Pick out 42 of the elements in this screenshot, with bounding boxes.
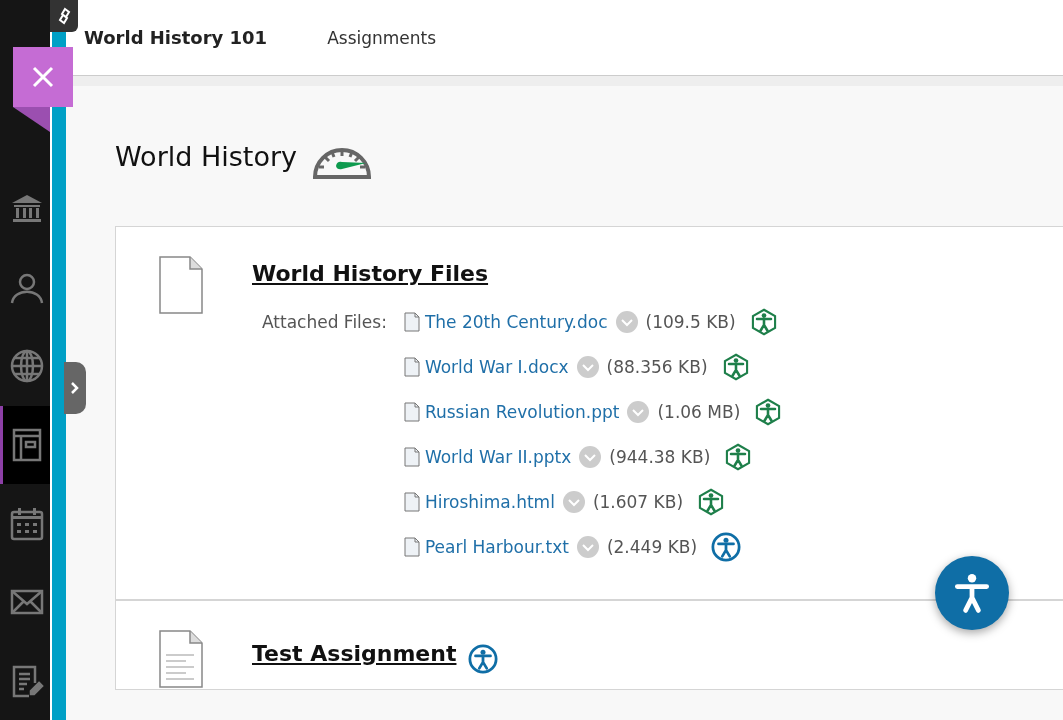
file-size: (2.449 KB): [606, 536, 698, 557]
file-size: (1.06 MB): [657, 401, 741, 422]
file-link[interactable]: World War II.pptx: [424, 446, 572, 467]
accessibility-circle-icon[interactable]: [711, 531, 742, 562]
item-title-link[interactable]: Test Assignment: [252, 640, 457, 666]
file-size: (109.5 KB): [645, 311, 736, 332]
document-icon: [158, 255, 204, 315]
chevron-right-icon: [70, 381, 80, 395]
accessibility-hexagon-icon[interactable]: [724, 442, 753, 471]
item-title-link[interactable]: World History Files: [252, 261, 489, 286]
file-link[interactable]: World War I.docx: [424, 356, 569, 377]
file-icon: [402, 446, 421, 467]
accessibility-hexagon-icon[interactable]: [721, 352, 750, 381]
file-icon: [402, 356, 421, 377]
attached-files-label: Attached Files:: [262, 311, 387, 334]
accessibility-hexagon-icon[interactable]: [754, 397, 783, 426]
fold-triangle-icon: [13, 107, 50, 132]
link-tab[interactable]: [50, 0, 78, 32]
file-link[interactable]: Pearl Harbour.txt: [424, 536, 569, 557]
file-link[interactable]: Hiroshima.html: [424, 491, 555, 512]
file-icon: [402, 401, 421, 422]
nav-tab[interactable]: Assignments: [327, 27, 437, 48]
file-link[interactable]: Russian Revolution.ppt: [424, 401, 620, 422]
file-icon: [402, 491, 421, 512]
file-size: (88.356 KB): [606, 356, 708, 377]
accessibility-hexagon-icon[interactable]: [749, 307, 778, 336]
calendar-icon: [8, 505, 45, 542]
file-icon: [402, 536, 421, 557]
sidebar-item[interactable]: [0, 405, 50, 485]
close-button[interactable]: [13, 47, 73, 107]
course-title[interactable]: World History 101: [84, 27, 268, 48]
link-icon: [56, 7, 72, 25]
file-icon: [402, 311, 421, 332]
accessibility-hexagon-icon[interactable]: [697, 487, 726, 516]
globe-icon: [8, 348, 45, 385]
file-link[interactable]: The 20th Century.doc: [424, 311, 608, 332]
accessibility-circle-icon[interactable]: [468, 644, 499, 674]
expand-handle[interactable]: [64, 362, 86, 414]
page-title: World History: [115, 140, 297, 172]
file-size: (1.607 KB): [592, 491, 684, 512]
file-size: (944.38 KB): [609, 446, 711, 467]
close-icon: [31, 65, 55, 89]
